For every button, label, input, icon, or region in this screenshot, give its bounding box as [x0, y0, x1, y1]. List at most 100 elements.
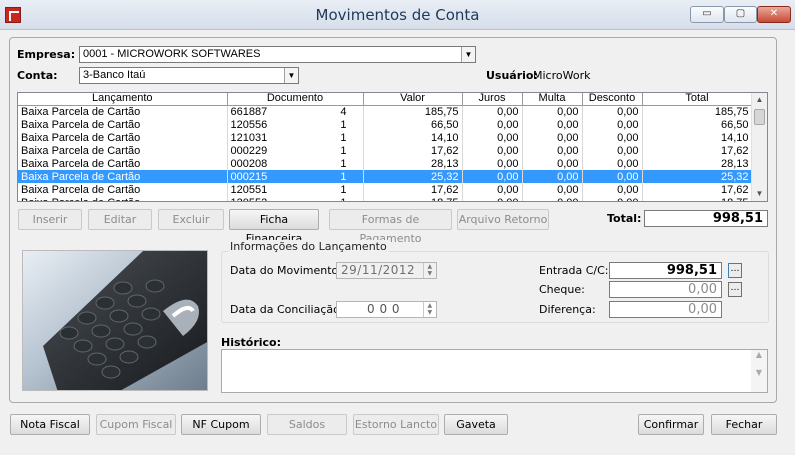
multa-cell: 0,00	[522, 105, 583, 118]
fechar-button[interactable]: Fechar	[711, 414, 777, 435]
desconto-cell: 0,00	[582, 170, 643, 183]
memo-scrollbar[interactable]: ▲ ▼	[751, 350, 767, 392]
maximize-button[interactable]: ▢	[724, 6, 757, 23]
cheque-label: Cheque:	[539, 283, 585, 296]
documento-cell: 120556 1	[227, 118, 364, 131]
cheque-field[interactable]: 0,00	[609, 281, 722, 298]
spin-icon[interactable]: ▲ ▼	[423, 263, 436, 278]
column-header[interactable]: Desconto	[582, 93, 643, 106]
desconto-cell: 0,00	[582, 196, 643, 201]
scroll-down-icon[interactable]: ▼	[752, 187, 767, 201]
empresa-label: Empresa:	[17, 48, 76, 61]
column-header[interactable]: Lançamento	[18, 93, 228, 106]
lancamento-cell: Baixa Parcela de Cartão	[18, 131, 228, 144]
data-movimento-value: 29/11/2012	[341, 263, 416, 277]
documento-cell: 000208 1	[227, 157, 364, 170]
chevron-down-icon[interactable]: ▼	[461, 47, 475, 62]
documento-cell: 120552 1	[227, 196, 364, 202]
data-conciliacao-field[interactable]: 0 0 0 ▲ ▼	[336, 301, 437, 318]
lancamento-cell: Baixa Parcela de Cartão	[18, 144, 228, 157]
nf-cupom-button[interactable]: NF Cupom	[181, 414, 261, 435]
nota-fiscal-button[interactable]: Nota Fiscal	[10, 414, 90, 435]
lancamentos-grid[interactable]: Lançamento Documento Valor Juros Multa D…	[17, 92, 768, 202]
entrada-lookup-button[interactable]: …	[728, 263, 742, 278]
lancamento-cell: Baixa Parcela de Cartão	[18, 118, 228, 131]
juros-cell: 0,00	[462, 144, 523, 157]
lancamento-cell: Baixa Parcela de Cartão	[18, 196, 228, 201]
table-row[interactable]: Baixa Parcela de Cartão 120556 1 66,50 0,00 0…	[18, 118, 753, 131]
juros-cell: 0,00	[462, 105, 523, 118]
grid-scrollbar[interactable]: ▲ ▼	[751, 93, 767, 201]
table-row[interactable]: Baixa Parcela de Cartão 000229 1 17,62 0,00 0…	[18, 144, 753, 157]
conta-value: 3-Banco Itaú	[83, 69, 146, 81]
parcela-value: 1	[340, 197, 346, 202]
column-header[interactable]: Multa	[522, 93, 583, 106]
juros-cell: 0,00	[462, 183, 523, 196]
arquivo-retorno-button[interactable]: Arquivo Retorno	[457, 209, 549, 230]
multa-cell: 0,00	[522, 131, 583, 144]
cupom-fiscal-button[interactable]: Cupom Fiscal	[96, 414, 176, 435]
table-row[interactable]: Baixa Parcela de Cartão 000208 1 28,13 0,00 0…	[18, 157, 753, 170]
gaveta-button[interactable]: Gaveta	[444, 414, 508, 435]
estorno-lancto-button[interactable]: Estorno Lancto	[353, 414, 439, 435]
column-header[interactable]: Valor	[363, 93, 463, 106]
multa-cell: 0,00	[522, 118, 583, 131]
valor-cell: 17,62	[363, 183, 463, 196]
total-cell: 18,75	[642, 196, 753, 201]
documento-value: 121031	[230, 131, 268, 144]
editar-button[interactable]: Editar	[88, 209, 152, 230]
table-row[interactable]: Baixa Parcela de Cartão 000215 1 25,32 0,00 0…	[18, 170, 753, 183]
desconto-cell: 0,00	[582, 131, 643, 144]
window-title: Movimentos de Conta	[315, 6, 480, 24]
valor-cell: 28,13	[363, 157, 463, 170]
valor-cell: 25,32	[363, 170, 463, 183]
inserir-button[interactable]: Inserir	[18, 209, 82, 230]
minimize-button[interactable]: ▭	[690, 6, 724, 23]
parcela-value: 1	[340, 118, 347, 131]
confirmar-button[interactable]: Confirmar	[638, 414, 704, 435]
documento-value: 000215	[230, 170, 268, 183]
historico-textarea[interactable]: ▲ ▼	[221, 349, 768, 393]
juros-cell: 0,00	[462, 131, 523, 144]
column-header[interactable]: Documento	[227, 93, 364, 106]
total-cell: 17,62	[642, 144, 753, 157]
table-row[interactable]: Baixa Parcela de Cartão120552118,750,000…	[18, 196, 753, 202]
documento-cell: 120551 1	[227, 183, 364, 196]
ficha-financeira-button[interactable]: Ficha Financeira	[229, 209, 319, 245]
phone-image	[22, 250, 208, 391]
desconto-cell: 0,00	[582, 157, 643, 170]
documento-value: 120551	[230, 183, 268, 196]
phone-illustration	[43, 251, 207, 390]
formas-pagamento-button[interactable]: Formas de Pagamento	[329, 209, 452, 245]
conta-select[interactable]: 3-Banco Itaú ▼	[79, 67, 299, 84]
chevron-down-icon[interactable]: ▼	[284, 68, 298, 83]
parcela-value: 4	[340, 105, 347, 118]
saldos-button[interactable]: Saldos	[267, 414, 347, 435]
lancamento-cell: Baixa Parcela de Cartão	[18, 157, 228, 170]
maximize-icon: ▢	[735, 8, 746, 19]
valor-cell: 17,62	[363, 144, 463, 157]
excluir-button[interactable]: Excluir	[158, 209, 224, 230]
lancamento-cell: Baixa Parcela de Cartão	[18, 105, 228, 118]
cheque-lookup-button[interactable]: …	[728, 282, 742, 297]
data-movimento-field[interactable]: 29/11/2012 ▲ ▼	[336, 262, 437, 279]
table-row[interactable]: Baixa Parcela de Cartão 121031 1 14,10 0,00 0…	[18, 131, 753, 144]
close-button[interactable]: ✕	[757, 6, 791, 23]
table-row[interactable]: Baixa Parcela de Cartão 120551 1 17,62 0,00 0…	[18, 183, 753, 196]
column-header[interactable]: Total	[642, 93, 753, 106]
table-row[interactable]: Baixa Parcela de Cartão 661887 4 185,75 0,00…	[18, 105, 753, 118]
empresa-select[interactable]: 0001 - MICROWORK SOFTWARES ▼	[79, 46, 476, 63]
historico-label: Histórico:	[221, 336, 282, 349]
spin-icon[interactable]: ▲ ▼	[423, 302, 436, 317]
entrada-cc-field[interactable]: 998,51	[609, 262, 722, 279]
total-label: Total:	[607, 212, 642, 225]
total-cell: 14,10	[642, 131, 753, 144]
valor-cell: 185,75	[363, 105, 463, 118]
lancamento-cell: Baixa Parcela de Cartão	[18, 183, 228, 196]
juros-cell: 0,00	[462, 196, 523, 201]
column-header[interactable]: Juros	[462, 93, 523, 106]
scroll-thumb[interactable]	[754, 109, 765, 125]
minimize-icon: ▭	[702, 8, 712, 19]
scroll-up-icon[interactable]: ▲	[752, 93, 767, 107]
total-field: 998,51	[644, 210, 768, 227]
